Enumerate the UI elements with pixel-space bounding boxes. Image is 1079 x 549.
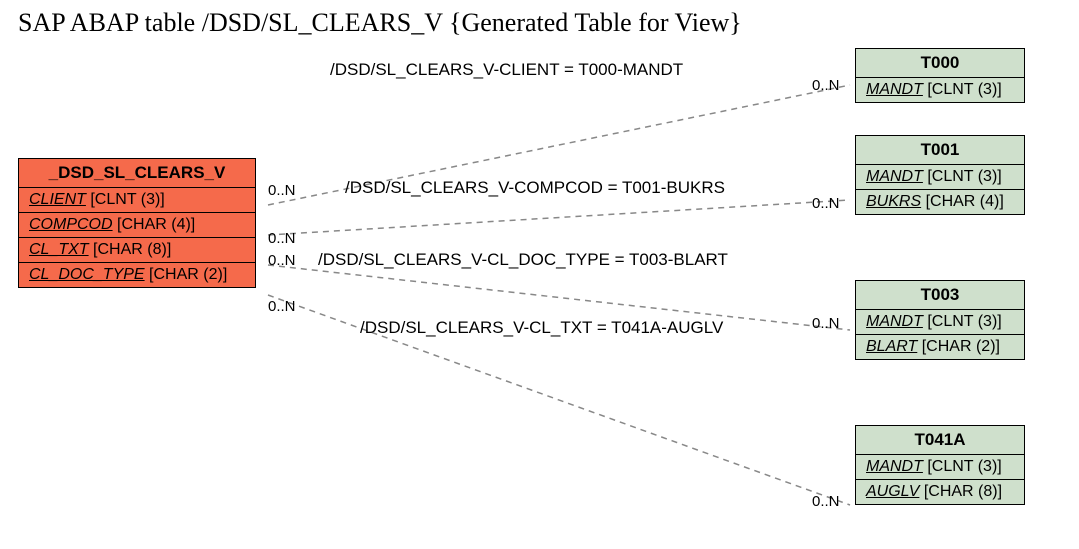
entity-header: T000: [856, 49, 1024, 78]
entity-header: T003: [856, 281, 1024, 310]
entity-field: MANDT [CLNT (3)]: [856, 165, 1024, 190]
entity-header: T001: [856, 136, 1024, 165]
relation-label: /DSD/SL_CLEARS_V-CL_DOC_TYPE = T003-BLAR…: [318, 250, 728, 270]
cardinality-label: 0..N: [812, 195, 840, 212]
entity-field: MANDT [CLNT (3)]: [856, 78, 1024, 102]
entity-main-field: CL_DOC_TYPE [CHAR (2)]: [19, 263, 255, 287]
entity-t041a: T041A MANDT [CLNT (3)] AUGLV [CHAR (8)]: [855, 425, 1025, 505]
entity-main-field: CLIENT [CLNT (3)]: [19, 188, 255, 213]
entity-field: MANDT [CLNT (3)]: [856, 455, 1024, 480]
cardinality-label: 0..N: [812, 315, 840, 332]
entity-t000: T000 MANDT [CLNT (3)]: [855, 48, 1025, 103]
entity-field: AUGLV [CHAR (8)]: [856, 480, 1024, 504]
entity-main-field: CL_TXT [CHAR (8)]: [19, 238, 255, 263]
cardinality-label: 0..N: [268, 230, 296, 247]
page-title: SAP ABAP table /DSD/SL_CLEARS_V {Generat…: [18, 8, 742, 38]
entity-field: BLART [CHAR (2)]: [856, 335, 1024, 359]
entity-main-header: _DSD_SL_CLEARS_V: [19, 159, 255, 188]
entity-main-field: COMPCOD [CHAR (4)]: [19, 213, 255, 238]
cardinality-label: 0..N: [268, 252, 296, 269]
relation-label: /DSD/SL_CLEARS_V-COMPCOD = T001-BUKRS: [345, 178, 725, 198]
relation-label: /DSD/SL_CLEARS_V-CLIENT = T000-MANDT: [330, 60, 683, 80]
entity-header: T041A: [856, 426, 1024, 455]
relation-label: /DSD/SL_CLEARS_V-CL_TXT = T041A-AUGLV: [360, 318, 723, 338]
cardinality-label: 0..N: [812, 77, 840, 94]
entity-t001: T001 MANDT [CLNT (3)] BUKRS [CHAR (4)]: [855, 135, 1025, 215]
entity-t003: T003 MANDT [CLNT (3)] BLART [CHAR (2)]: [855, 280, 1025, 360]
cardinality-label: 0..N: [268, 182, 296, 199]
cardinality-label: 0..N: [812, 493, 840, 510]
entity-field: MANDT [CLNT (3)]: [856, 310, 1024, 335]
entity-main: _DSD_SL_CLEARS_V CLIENT [CLNT (3)] COMPC…: [18, 158, 256, 288]
entity-field: BUKRS [CHAR (4)]: [856, 190, 1024, 214]
cardinality-label: 0..N: [268, 298, 296, 315]
